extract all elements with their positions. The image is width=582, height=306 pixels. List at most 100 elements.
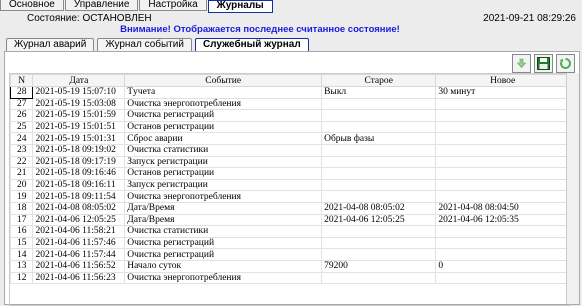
header-number[interactable]: N <box>10 74 34 87</box>
table-row[interactable]: 14 2021-04-06 11:57:44 Очистка регистраций <box>10 248 570 261</box>
cell-number: 27 <box>10 97 34 111</box>
cell-new: 2021-04-08 08:04:50 <box>435 201 570 215</box>
cell-new: 0 <box>435 259 570 273</box>
journal-table-container: N Дата Событие Старое Новое 28 2021-05-19… <box>9 73 571 306</box>
header-old[interactable]: Старое <box>321 74 437 87</box>
table-row[interactable]: 24 2021-05-19 15:01:31 Сброс аварии Обрыв ф… <box>10 132 570 145</box>
cell-date: 2021-05-19 15:03:08 <box>32 97 126 111</box>
cell-old <box>321 190 437 203</box>
tab-event-log[interactable]: Журнал событий <box>97 38 192 52</box>
cell-new <box>435 248 570 261</box>
header-date[interactable]: Дата <box>32 74 126 87</box>
cell-event: Начало суток <box>124 259 323 273</box>
header-event[interactable]: Событие <box>124 74 323 87</box>
cell-date: 2021-04-06 11:56:52 <box>32 259 126 273</box>
cell-number: 28 <box>10 86 34 99</box>
refresh-button[interactable] <box>556 54 575 73</box>
cell-number: 19 <box>10 190 34 203</box>
floppy-save-icon <box>537 57 550 70</box>
cell-event: Очистка регистраций <box>124 236 323 250</box>
cell-event: Очистка статистики <box>124 225 323 238</box>
cell-date: 2021-05-19 15:07:10 <box>32 86 126 99</box>
table-row[interactable]: 22 2021-05-18 09:17:19 Запуск регистрации <box>10 155 570 169</box>
tab-control[interactable]: Управление <box>64 0 139 11</box>
cell-date: 2021-04-08 08:05:02 <box>32 201 126 215</box>
table-row[interactable]: 18 2021-04-08 08:05:02 Дата/Время 2021-04-0… <box>10 201 570 215</box>
cell-number: 18 <box>10 201 34 215</box>
cell-number: 13 <box>10 259 34 273</box>
cell-new <box>435 109 570 122</box>
cell-date: 2021-05-18 09:16:46 <box>32 167 126 180</box>
cell-number: 21 <box>10 167 34 180</box>
table-row[interactable]: 13 2021-04-06 11:56:52 Начало суток 79200 0 <box>10 259 570 273</box>
cell-new <box>435 143 570 157</box>
cell-new <box>435 190 570 203</box>
cell-old: 79200 <box>321 259 437 273</box>
cell-event: Очистка регистраций <box>124 109 323 122</box>
cell-new <box>435 97 570 111</box>
cell-number: 15 <box>10 236 34 250</box>
journal-tab-bar: Журнал аварий Журнал событий Служебный ж… <box>6 38 312 52</box>
cell-old <box>321 271 437 285</box>
refresh-icon <box>559 58 571 69</box>
cell-old <box>321 225 437 238</box>
cell-date: 2021-05-18 09:11:54 <box>32 190 126 203</box>
cell-new <box>435 120 570 134</box>
table-row[interactable]: 15 2021-04-06 11:57:46 Очистка регистраций <box>10 236 570 250</box>
table-row[interactable]: 26 2021-05-19 15:01:59 Очистка регистраций <box>10 109 570 122</box>
cell-number: 24 <box>10 132 34 145</box>
table-row[interactable]: 25 2021-05-19 15:01:51 Останов регистрации <box>10 120 570 134</box>
cell-number: 23 <box>10 143 34 157</box>
cell-date: 2021-05-18 09:19:02 <box>32 143 126 157</box>
cell-number: 25 <box>10 120 34 134</box>
tab-settings[interactable]: Настройка <box>139 0 207 11</box>
tab-service-log[interactable]: Служебный журнал <box>194 38 309 52</box>
download-arrow-icon <box>516 58 527 68</box>
table-row[interactable]: 19 2021-05-18 09:11:54 Очистка энергопотре… <box>10 190 570 203</box>
cell-date: 2021-04-06 12:05:25 <box>32 213 126 227</box>
cell-number: 26 <box>10 109 34 122</box>
table-row[interactable]: 17 2021-04-06 12:05:25 Дата/Время 2021-04-0… <box>10 213 570 227</box>
table-body: 28 2021-05-19 15:07:10 Tучета Выкл 30 минут 2… <box>10 86 570 285</box>
header-new[interactable]: Новое <box>435 74 570 87</box>
tab-main[interactable]: Основное <box>0 0 64 11</box>
cell-new <box>435 236 570 250</box>
cell-old: 2021-04-08 08:05:02 <box>321 201 437 215</box>
tab-alarm-log[interactable]: Журнал аварий <box>6 38 95 52</box>
cell-old <box>321 143 437 157</box>
download-button[interactable] <box>512 54 531 73</box>
table-row[interactable]: 12 2021-04-06 11:56:23 Очистка энергопотре… <box>10 271 570 285</box>
table-row[interactable]: 27 2021-05-19 15:03:08 Очистка энергопотре… <box>10 97 570 111</box>
cell-new <box>435 167 570 180</box>
cell-event: Очистка энергопотребления <box>124 97 323 111</box>
table-row[interactable]: 20 2021-05-18 09:16:11 Запуск регистрации <box>10 178 570 192</box>
toolbar <box>512 54 575 73</box>
cell-old: Обрыв фазы <box>321 132 437 145</box>
cell-event: Очистка статистики <box>124 143 323 157</box>
status-datetime: 2021-09-21 08:29:26 <box>483 13 576 24</box>
table-row[interactable]: 28 2021-05-19 15:07:10 Tучета Выкл 30 минут <box>10 86 570 99</box>
cell-event: Дата/Время <box>124 213 323 227</box>
save-button[interactable] <box>534 54 553 73</box>
cell-event: Останов регистрации <box>124 167 323 180</box>
table-row[interactable]: 16 2021-04-06 11:58:21 Очистка статистики <box>10 225 570 238</box>
cell-number: 16 <box>10 225 34 238</box>
cell-old <box>321 155 437 169</box>
cell-new <box>435 132 570 145</box>
cell-event: Запуск регистрации <box>124 155 323 169</box>
table-header-row: N Дата Событие Старое Новое <box>10 74 570 87</box>
table-row[interactable]: 23 2021-05-18 09:19:02 Очистка статистики <box>10 143 570 157</box>
cell-new <box>435 225 570 238</box>
vertical-scrollbar[interactable] <box>566 73 579 304</box>
cell-date: 2021-04-06 11:56:23 <box>32 271 126 285</box>
cell-date: 2021-05-19 15:01:51 <box>32 120 126 134</box>
cell-new: 30 минут <box>435 86 570 99</box>
journal-panel: N Дата Событие Старое Новое 28 2021-05-19… <box>4 51 580 306</box>
cell-old <box>321 236 437 250</box>
top-tab-bar: Основное Управление Настройка Журналы <box>0 0 274 13</box>
table-row[interactable]: 21 2021-05-18 09:16:46 Останов регистрации <box>10 167 570 180</box>
cell-date: 2021-04-06 11:57:46 <box>32 236 126 250</box>
cell-new <box>435 178 570 192</box>
cell-old <box>321 167 437 180</box>
cell-event: Останов регистрации <box>124 120 323 134</box>
